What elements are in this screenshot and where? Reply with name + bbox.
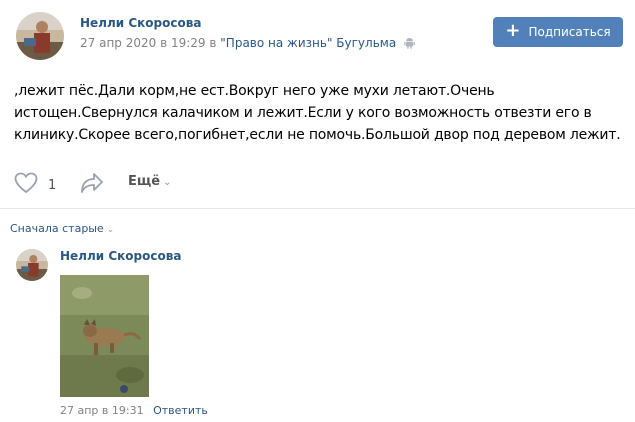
subscribe-button[interactable]: + Подписаться [493, 17, 623, 47]
more-button[interactable]: Ещё ⌄ [128, 174, 171, 189]
divider [0, 208, 635, 209]
reply-link[interactable]: Ответить [153, 404, 208, 417]
comment-date[interactable]: 27 апр в 19:31 [60, 404, 144, 417]
comment-photo[interactable] [60, 275, 149, 397]
chevron-down-icon: ⌄ [106, 225, 115, 235]
group-link[interactable]: "Право на жизнь" Бугульма [220, 36, 396, 50]
plus-icon: + [505, 20, 521, 41]
subscribe-label: Подписаться [528, 25, 611, 39]
comment-avatar[interactable] [16, 249, 48, 281]
post-meta: 27 апр 2020 в 19:29 в "Право на жизнь" Б… [80, 36, 415, 52]
post-actions: 1 Ещё ⌄ [14, 170, 624, 196]
like-count: 1 [48, 177, 57, 193]
heart-icon [14, 172, 38, 198]
android-icon [404, 37, 415, 52]
chevron-down-icon: ⌄ [163, 177, 172, 188]
sort-label: Сначала старые [10, 222, 104, 235]
comment-meta: 27 апр в 19:31 Ответить [60, 404, 208, 417]
share-button[interactable] [80, 172, 104, 198]
avatar-photo [16, 249, 48, 281]
author-avatar[interactable] [16, 12, 64, 60]
like-button[interactable]: 1 [14, 172, 56, 198]
post-text: ,лежит пёс.Дали корм,не ест.Вокруг него … [14, 83, 621, 143]
post-date[interactable]: 27 апр 2020 в 19:29 [80, 36, 206, 50]
share-arrow-icon [80, 173, 104, 198]
avatar-photo [16, 12, 64, 60]
author-name[interactable]: Нелли Скоросова [80, 16, 201, 30]
comment-author[interactable]: Нелли Скоросова [60, 249, 181, 263]
post-in-word: в [209, 36, 217, 50]
comments-sort-toggle[interactable]: Сначала старые ⌄ [10, 222, 114, 235]
more-label: Ещё [128, 174, 161, 189]
